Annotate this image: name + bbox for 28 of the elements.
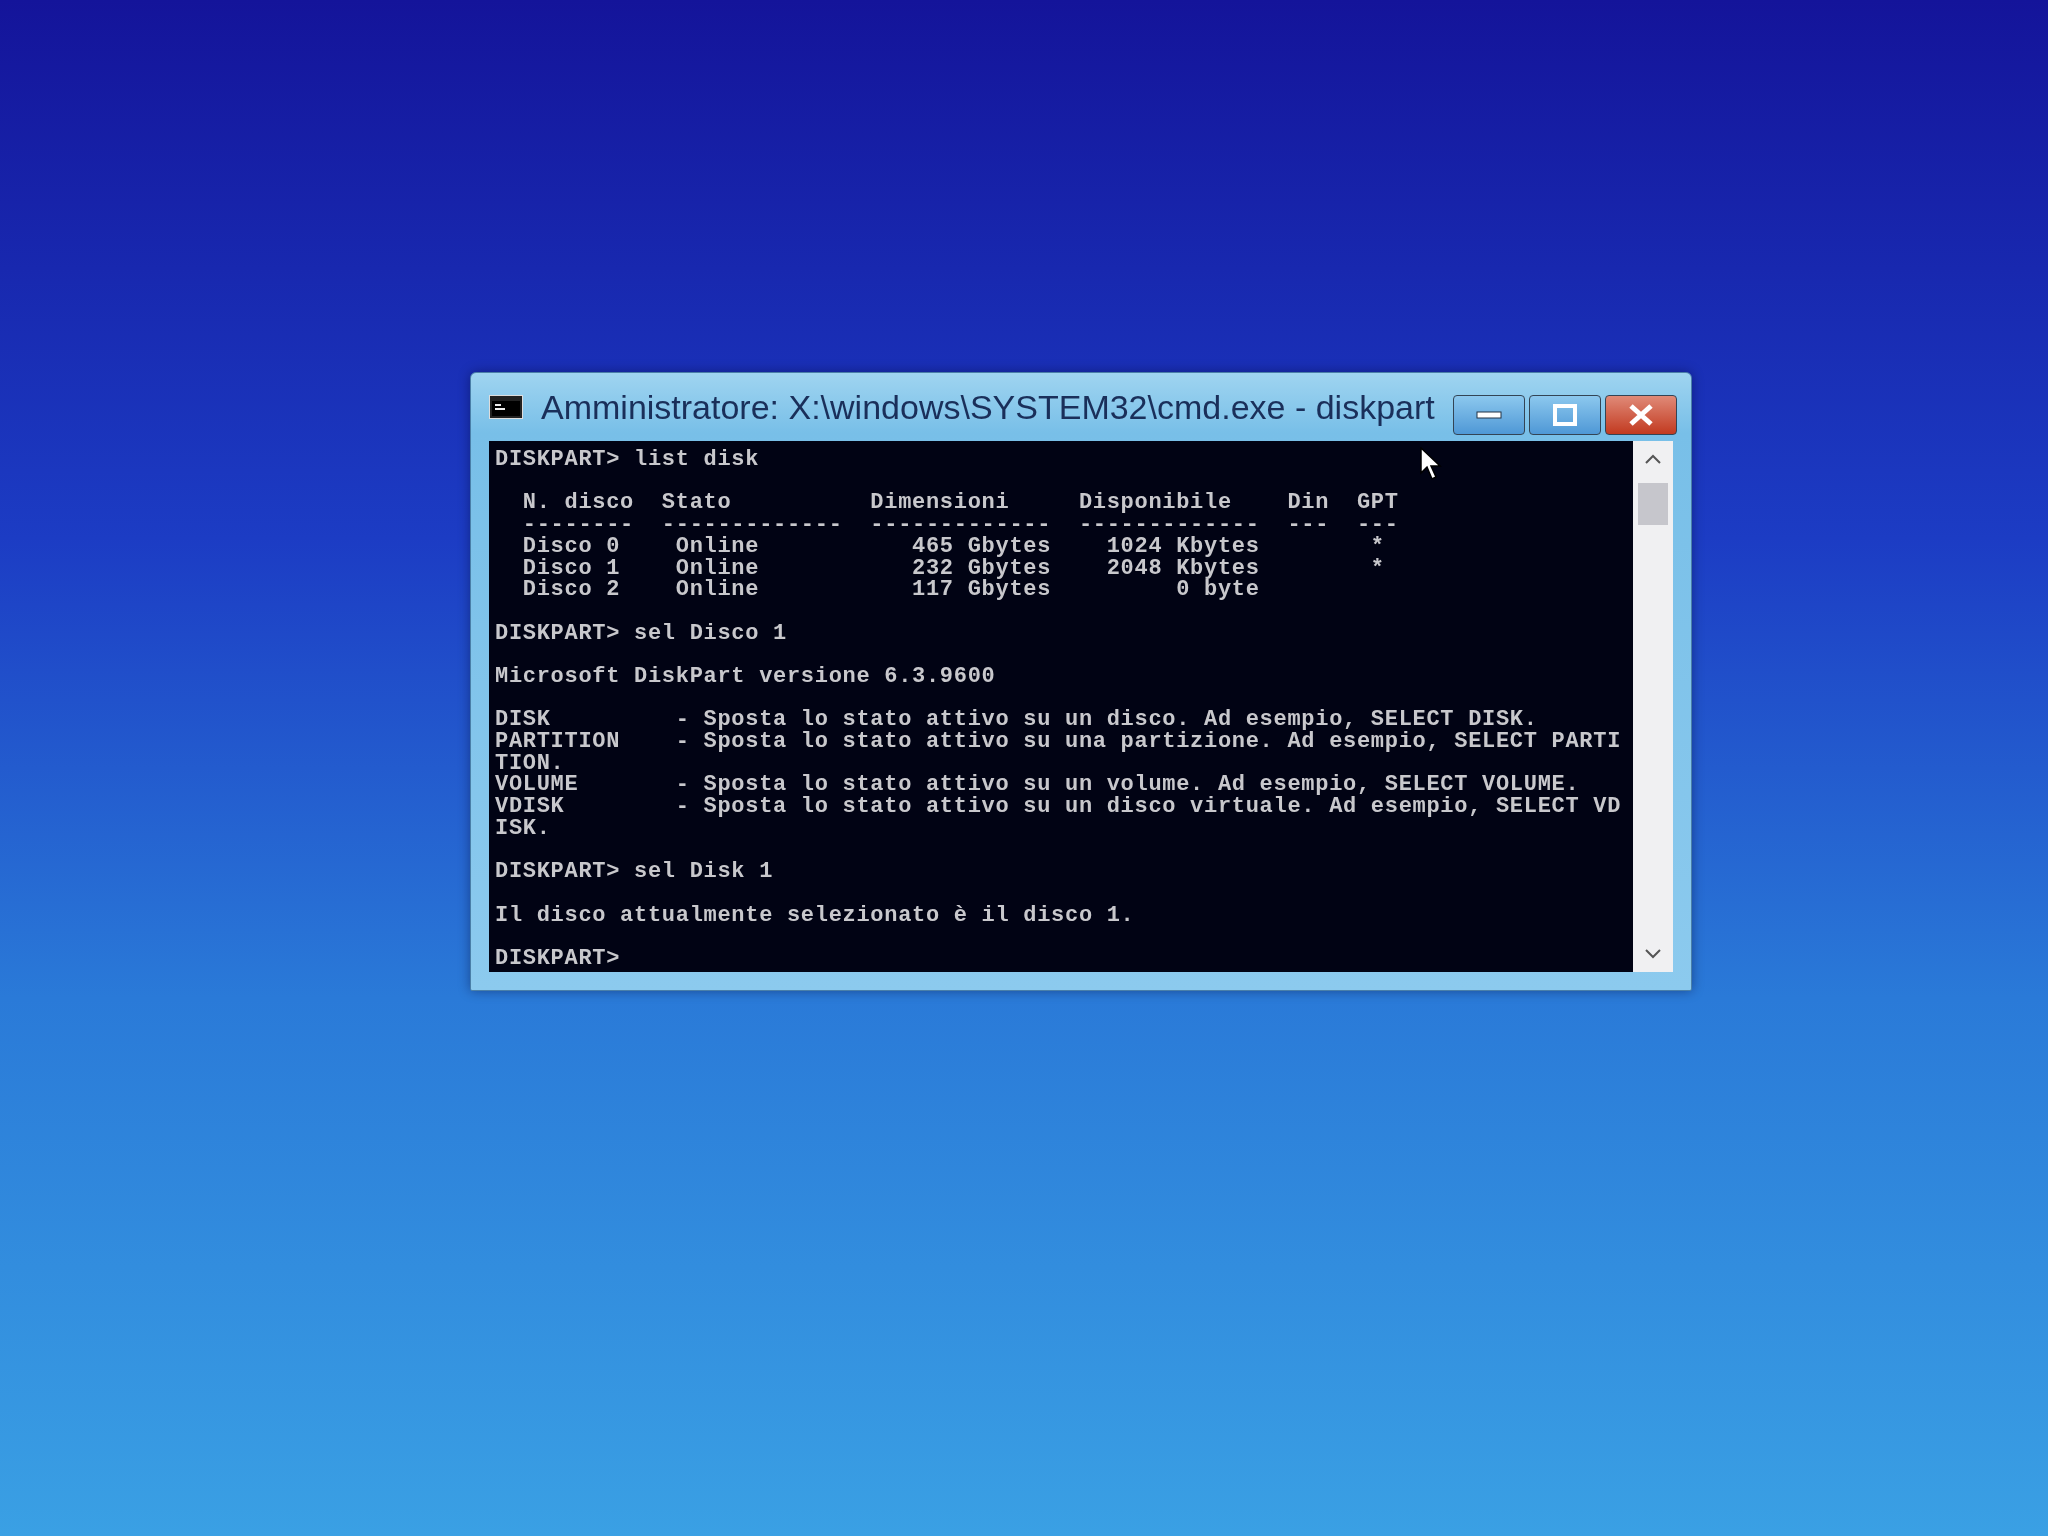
maximize-button[interactable] — [1528, 395, 1601, 435]
console-line: DISKPART> sel Disk 1 — [495, 861, 774, 883]
console-line: PARTITION - Sposta lo stato attivo su una partizione. Ad esempio, SELECT PARTI — [495, 731, 1622, 753]
minimize-button[interactable] — [1452, 395, 1525, 435]
scrollbar-thumb[interactable] — [1638, 483, 1668, 525]
console-line: Disco 0 Online 465 Gbytes 1024 Kbytes * — [521, 535, 1385, 558]
chevron-up-icon — [1645, 454, 1661, 464]
chevron-down-icon — [1645, 948, 1661, 959]
mouse-pointer-icon — [1420, 447, 1442, 481]
window-title: Amministratore: X:\windows\SYSTEM32\cmd.exe - diskpart — [541, 387, 1435, 427]
console-icon — [489, 395, 523, 419]
minimize-icon — [1475, 410, 1502, 420]
console-line: -------- ------------- ------------- ------------- --- --- — [521, 514, 1399, 536]
console-line: Disco 2 Online 117 Gbytes 0 byte — [521, 579, 1260, 601]
console-line: N. disco Stato Dimensioni Disponibile Din GPT — [521, 492, 1399, 515]
console-line: DISKPART> sel Disco 1 — [495, 622, 787, 645]
console-line: VOLUME - Sposta lo stato attivo su un volume. Ad esempio, SELECT VOLUME. — [495, 774, 1580, 797]
maximize-icon — [1552, 404, 1577, 426]
console-line: Il disco attualmente selezionato è il disco 1. — [495, 904, 1135, 927]
close-icon — [1627, 403, 1654, 427]
console-line: VDISK - Sposta lo stato attivo su un disco virtuale. Ad esempio, SELECT VD — [495, 796, 1622, 818]
console-line: Microsoft DiskPart versione 6.3.9600 — [495, 666, 996, 688]
console-line: ISK. — [495, 817, 551, 840]
console-line: DISKPART> — [495, 948, 621, 970]
console-line: TION. — [495, 752, 565, 775]
close-button[interactable] — [1604, 395, 1677, 435]
scrollbar[interactable] — [1633, 441, 1673, 972]
console-line: DISKPART> list disk — [495, 449, 760, 471]
